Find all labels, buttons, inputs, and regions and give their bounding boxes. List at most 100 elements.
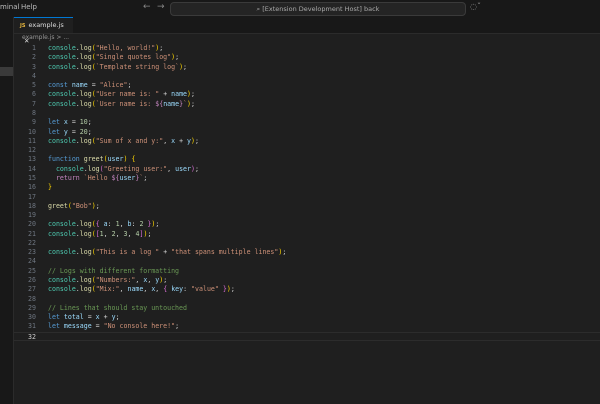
code-line[interactable]: 10 let y = 20;	[14, 128, 600, 137]
code-line[interactable]: 24	[14, 257, 600, 266]
code-line[interactable]: 20 console.log({ a: 1, b: 2 });	[14, 220, 600, 229]
line-code: console.log("Mix:", name, x, { key: "val…	[48, 285, 235, 294]
code-line[interactable]: 25 // Logs with different formatting	[14, 267, 600, 276]
code-editor[interactable]: 1 console.log("Hello, world!"); 2 console.l…	[14, 44, 600, 341]
code-token: ;	[163, 276, 168, 285]
line-number: 16	[28, 183, 36, 192]
code-token: }	[48, 183, 52, 192]
line-code: // Lines that should stay untouched	[48, 304, 187, 313]
code-token: console	[48, 164, 84, 173]
code-token: console	[48, 99, 76, 108]
code-line[interactable]: 2 console.log("Single quotes log");	[14, 53, 600, 62]
line-number: 32	[28, 332, 36, 341]
code-token: ,	[119, 220, 128, 229]
code-token: ;	[147, 229, 152, 238]
code-line[interactable]: 12	[14, 146, 600, 155]
code-token: `User name is:	[95, 99, 156, 108]
code-line[interactable]: 19	[14, 211, 600, 220]
code-token: let	[48, 118, 64, 127]
menu-terminal[interactable]: minal	[0, 3, 19, 11]
line-number: 15	[28, 173, 36, 182]
code-line[interactable]: 23 console.log("This is a log " + "that s…	[14, 248, 600, 257]
breadcrumb[interactable]: example.js > ...	[22, 34, 69, 41]
code-token: greet	[48, 201, 68, 210]
copilot-icon[interactable]: ◌ˇ	[470, 2, 481, 11]
line-number: 11	[28, 136, 36, 145]
line-code: console.log("This is a log " + "that spa…	[48, 248, 286, 257]
code-line[interactable]: 1 console.log("Hello, world!");	[14, 44, 600, 53]
code-line[interactable]: 27 console.log("Mix:", name, x, { key: "v…	[14, 285, 600, 294]
code-token: let	[48, 127, 64, 136]
line-number: 14	[28, 164, 36, 173]
code-token: :	[107, 220, 116, 229]
line-number: 12	[28, 146, 36, 155]
code-token: log	[79, 220, 92, 229]
code-token: log	[79, 285, 92, 294]
code-token: log	[87, 164, 100, 173]
code-token: greet	[83, 155, 104, 164]
code-line[interactable]: 8	[14, 109, 600, 118]
code-token: log	[79, 90, 92, 99]
line-code: console.log(`Template string log`);	[48, 63, 187, 72]
code-line[interactable]: 5 const name = "Alice";	[14, 81, 600, 90]
tab-example-js[interactable]: JS example.js ✕	[14, 17, 73, 45]
code-token: ,	[167, 164, 176, 173]
code-token: name	[171, 90, 188, 99]
code-token: user	[107, 155, 124, 164]
code-token: log	[79, 276, 92, 285]
code-line[interactable]: 4	[14, 72, 600, 81]
code-token: log	[79, 136, 92, 145]
code-line[interactable]: 3 console.log(`Template string log`);	[14, 63, 600, 72]
code-line[interactable]: 6 console.log("User name is: " + name);	[14, 90, 600, 99]
line-number: 28	[28, 294, 36, 303]
code-token: ;	[115, 313, 120, 322]
line-number: 27	[28, 285, 36, 294]
code-line[interactable]: 9 let x = 10;	[14, 118, 600, 127]
forward-arrow-icon[interactable]: →	[157, 2, 165, 12]
code-line[interactable]: 17	[14, 193, 600, 202]
line-number: 8	[32, 108, 36, 117]
menu-help[interactable]: Help	[21, 3, 37, 11]
code-token: "Bob"	[71, 201, 92, 210]
code-token: log	[79, 44, 92, 52]
code-token: let	[48, 322, 64, 331]
activity-item-selected[interactable]	[0, 67, 13, 76]
line-number: 1	[32, 44, 36, 52]
line-code: console.log("Sum of x and y:", x + y);	[48, 137, 199, 146]
code-token: "User name is: "	[95, 90, 160, 99]
code-line[interactable]: 21 console.log([1, 2, 3, 4]);	[14, 230, 600, 239]
code-token: }	[218, 285, 227, 294]
code-token: "Mix:"	[95, 285, 120, 294]
line-code: }	[48, 183, 52, 192]
code-line[interactable]: 30 let total = x + y;	[14, 313, 600, 322]
line-number: 24	[28, 257, 36, 266]
code-line[interactable]: 28	[14, 295, 600, 304]
code-line[interactable]: 7 console.log(`User name is: ${name}`);	[14, 100, 600, 109]
code-line[interactable]: 14 console.log("Greeting user:", user);	[14, 165, 600, 174]
line-number: 10	[28, 127, 36, 136]
code-line[interactable]: 18 greet("Bob");	[14, 202, 600, 211]
code-token: "Hello, world!"	[95, 44, 156, 52]
line-code: let total = x + y;	[48, 313, 120, 322]
line-code: // Logs with different formatting	[48, 267, 179, 276]
code-line[interactable]: 26 console.log("Numbers:", x, y);	[14, 276, 600, 285]
code-token: "This is a log "	[95, 248, 160, 257]
code-token: ;	[194, 164, 199, 173]
code-token: ;	[127, 81, 132, 90]
code-line[interactable]: 31 let message = "No console here!";	[14, 322, 600, 331]
command-center-search[interactable]: ⌕ [Extension Development Host] back	[170, 2, 466, 16]
line-code: function greet(user) {	[48, 155, 135, 164]
code-token: +	[159, 248, 172, 257]
code-line[interactable]: 15 return `Hello ${user}`;	[14, 174, 600, 183]
code-line[interactable]: 32	[14, 331, 600, 341]
code-line[interactable]: 29 // Lines that should stay untouched	[14, 304, 600, 313]
line-number: 23	[28, 248, 36, 257]
back-arrow-icon[interactable]: ←	[143, 2, 151, 12]
code-token: function	[48, 155, 84, 164]
code-line[interactable]: 11 console.log("Sum of x and y:", x + y);	[14, 137, 600, 146]
line-code: const name = "Alice";	[48, 81, 131, 90]
code-line[interactable]: 16}	[14, 183, 600, 192]
code-token: ;	[95, 201, 100, 210]
code-line[interactable]: 13 function greet(user) {	[14, 155, 600, 164]
code-line[interactable]: 22	[14, 239, 600, 248]
